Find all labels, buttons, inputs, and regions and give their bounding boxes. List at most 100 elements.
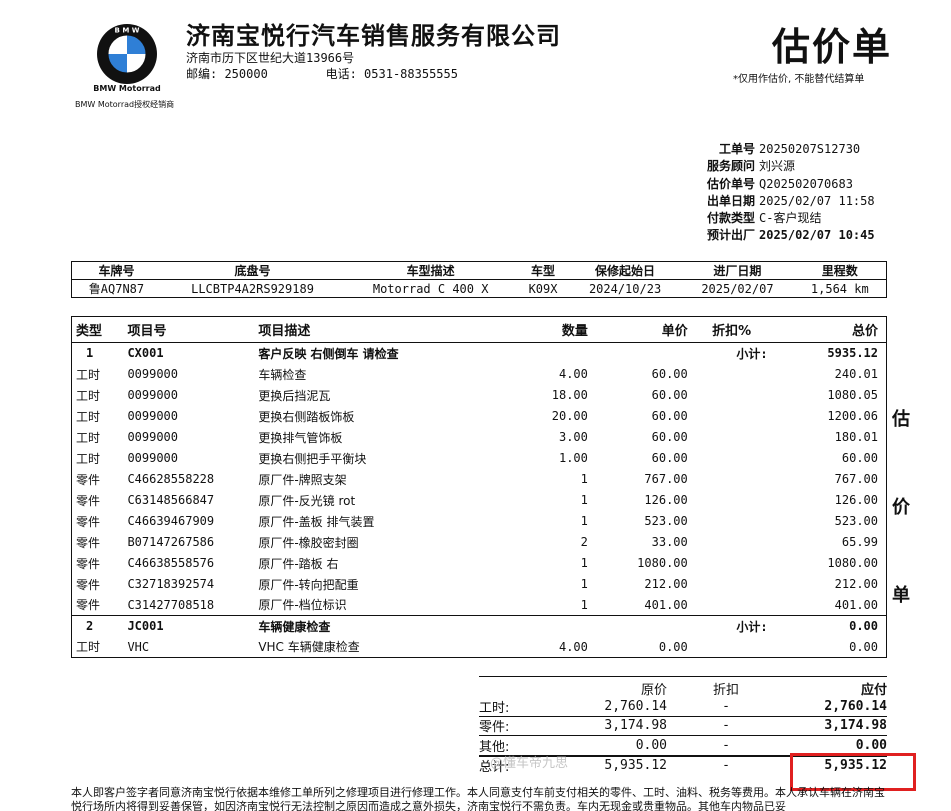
vehicle-header-cell: 里程数 (793, 261, 887, 280)
item-cell-code: 0099000 (127, 367, 179, 381)
item-cell-type: 零件 (76, 472, 101, 487)
item-cell-type: 零件 (76, 577, 101, 592)
meta-row: 付款类型 C-客户现结 (696, 210, 875, 227)
order-meta: 工单号 20250207S12730 服务顾问 刘兴源 估价单号 Q20250207068… (696, 141, 875, 245)
item-cell-qty: 18.00 (551, 388, 588, 402)
item-cell-total: 240.01 (834, 367, 878, 381)
table-row: 零件 C63148566847 原厂件-反光镜 rot 1 126.00 126.00 (72, 490, 887, 511)
meta-row: 工单号 20250207S12730 (696, 141, 875, 158)
item-cell-code: 0099000 (127, 430, 179, 444)
meta-label: 服务顾问 (706, 159, 755, 174)
meta-label: 付款类型 (706, 211, 755, 226)
item-cell-qty: 1 (580, 577, 588, 591)
vehicle-value-cell: LLCBTP4A2RS929189 (191, 281, 314, 296)
meta-label: 估价单号 (706, 176, 755, 191)
meta-row: 预计出厂 2025/02/07 10:45 (696, 227, 875, 244)
item-cell-total: 767.00 (834, 472, 878, 486)
items-header-cell: 数量 (492, 316, 592, 343)
item-cell-code: C46639467909 (127, 514, 215, 528)
item-cell-total: 523.00 (834, 514, 878, 528)
item-group-row: 2 JC001 车辆健康检查 小计: 0.00 (71, 615, 887, 637)
vehicle-header-cell: 车型 (517, 261, 569, 280)
item-cell-type: 工时 (76, 388, 101, 403)
item-cell-desc: 更换右侧把手平衡块 (258, 451, 367, 466)
item-cell-type: 零件 (76, 535, 101, 550)
item-cell-type: 零件 (76, 514, 101, 529)
item-cell-desc: VHC 车辆健康检查 (258, 640, 360, 655)
summary-orig: 2,760.14 (604, 698, 667, 714)
vehicle-header-cell: 保修起始日 (568, 261, 682, 280)
item-cell-desc: 原厂件-橡胶密封圈 (258, 535, 359, 550)
table-row: 零件 C32718392574 原厂件-转向把配重 1 212.00 212.00 (72, 574, 887, 595)
vehicle-value-cell: 1,564 km (810, 281, 869, 296)
item-cell-desc: 客户反映 右侧倒车 请检查 (258, 346, 399, 361)
summary-due: 3,174.98 (824, 718, 887, 734)
item-cell-type: 工时 (76, 451, 101, 466)
vehicle-value-cell: K09X (528, 281, 558, 296)
item-cell-price (591, 615, 692, 637)
item-cell-disc (692, 406, 772, 427)
item-cell-qty: 1 (580, 556, 588, 570)
item-cell-code: CX001 (127, 346, 164, 361)
item-cell-disc (692, 469, 772, 490)
item-cell-disc: 小计: (736, 346, 768, 361)
item-cell-type: 工时 (76, 430, 101, 445)
table-row: 工时 VHC VHC 车辆健康检查 4.00 0.00 0.00 (72, 637, 887, 658)
item-cell-disc: 小计: (691, 615, 772, 637)
item-cell-total: 65.99 (841, 535, 878, 549)
item-cell-code: C46628558228 (127, 472, 215, 486)
item-cell-code: B07147267586 (127, 535, 215, 549)
item-cell-disc (692, 427, 772, 448)
item-cell-desc: 更换右侧踏板饰板 (258, 409, 355, 424)
meta-label: 出单日期 (706, 193, 755, 208)
table-row: 工时 0099000 更换后挡泥瓦 18.00 60.00 1080.05 (72, 385, 887, 406)
item-cell-type: 工时 (76, 640, 101, 655)
summary-disc: - (722, 737, 730, 753)
item-cell-total: 0.00 (771, 615, 887, 637)
item-cell-desc: 更换排气管饰板 (258, 430, 343, 445)
item-cell-desc: 原厂件-牌照支架 (258, 472, 347, 487)
watermark: @懂车帝九思 (490, 756, 569, 771)
item-cell-total: 0.00 (849, 639, 878, 654)
item-cell-price: 0.00 (658, 639, 688, 654)
item-group-row: 1 CX001 客户反映 右侧倒车 请检查 小计: 5935.12 (72, 343, 887, 364)
logo-text: BMW Motorrad (93, 84, 161, 93)
item-cell-total: 5935.12 (827, 346, 878, 361)
summary-orig: 0.00 (635, 737, 667, 753)
item-cell-price: 126.00 (644, 493, 688, 507)
item-cell-price: 767.00 (644, 472, 688, 486)
side-title-char-2: 价 (892, 497, 910, 518)
vehicle-header-cell: 底盘号 (160, 261, 345, 280)
item-cell-disc (692, 532, 772, 553)
meta-value: Q202502070683 (759, 176, 853, 191)
item-cell-price (592, 343, 692, 364)
summary-label: 工时: (479, 700, 510, 716)
item-cell-code: C63148566847 (127, 493, 215, 507)
company-name: 济南宝悦行汽车销售服务有限公司 (186, 22, 561, 50)
item-cell-qty: 1 (580, 514, 588, 528)
meta-value: 2025/02/07 11:58 (759, 193, 875, 208)
item-cell-price: 60.00 (651, 409, 688, 423)
item-cell-qty (492, 615, 592, 637)
item-cell-desc: 车辆检查 (258, 367, 307, 382)
postal-phone-line: 邮编: 250000 电话: 0531-88355555 (186, 67, 458, 81)
meta-label: 工单号 (718, 142, 755, 156)
vehicle-header-cell: 进厂日期 (681, 261, 794, 280)
table-row: 工时 0099000 更换右侧踏板饰板 20.00 60.00 1200.06 (72, 406, 887, 427)
item-cell-qty: 20.00 (551, 409, 588, 423)
table-row: 零件 C31427708518 原厂件-档位标识 1 401.00 401.00 (72, 595, 887, 616)
item-cell-code: JC001 (123, 615, 255, 637)
svg-text:B M W: B M W (115, 27, 140, 35)
table-row: 工时 0099000 更换排气管饰板 3.00 60.00 180.01 (72, 427, 887, 448)
item-cell-desc: 原厂件-反光镜 rot (258, 493, 356, 508)
item-cell-desc: 原厂件-档位标识 (258, 598, 347, 613)
item-cell-desc: 原厂件-踏板 右 (258, 556, 339, 571)
company-address: 济南市历下区世纪大道13966号 (186, 51, 355, 65)
disclaimer-text: 本人即客户签字者同意济南宝悦行依据本维修工单所列之修理项目进行修理工作。本人同意… (71, 786, 885, 811)
vehicle-value-cell: 鲁AQ7N87 (88, 282, 145, 296)
items-header-cell: 项目号 (123, 316, 255, 343)
summary-disc: - (722, 698, 730, 714)
item-cell-qty: 1 (580, 472, 588, 486)
item-cell-price: 1080.00 (637, 556, 688, 570)
item-cell-type: 1 (86, 346, 94, 361)
